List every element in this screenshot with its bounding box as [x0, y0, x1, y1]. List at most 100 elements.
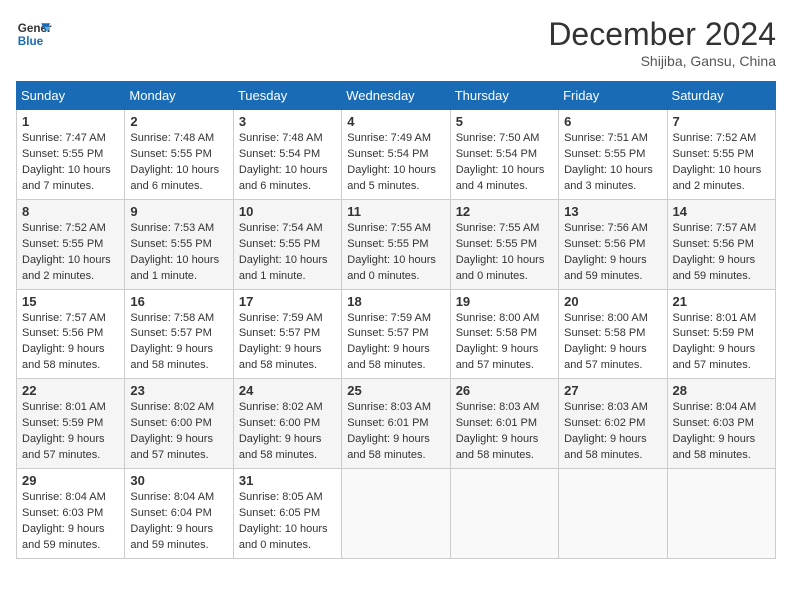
sunrise-label: Sunrise: 8:02 AM	[239, 401, 323, 413]
calendar-cell: 24 Sunrise: 8:02 AM Sunset: 6:00 PM Dayl…	[233, 379, 341, 469]
daylight-label: Daylight: 9 hours and 57 minutes.	[456, 343, 539, 371]
sunset-label: Sunset: 5:55 PM	[456, 238, 537, 250]
calendar-cell: 1 Sunrise: 7:47 AM Sunset: 5:55 PM Dayli…	[17, 110, 125, 200]
sunrise-label: Sunrise: 7:57 AM	[22, 312, 106, 324]
sunrise-label: Sunrise: 8:03 AM	[564, 401, 648, 413]
day-info: Sunrise: 7:52 AM Sunset: 5:55 PM Dayligh…	[22, 221, 119, 285]
calendar-cell: 29 Sunrise: 8:04 AM Sunset: 6:03 PM Dayl…	[17, 469, 125, 559]
day-number: 12	[456, 204, 553, 219]
sunset-label: Sunset: 5:58 PM	[564, 327, 645, 339]
day-info: Sunrise: 8:00 AM Sunset: 5:58 PM Dayligh…	[564, 311, 661, 375]
calendar-cell: 26 Sunrise: 8:03 AM Sunset: 6:01 PM Dayl…	[450, 379, 558, 469]
sunset-label: Sunset: 5:58 PM	[456, 327, 537, 339]
svg-text:Blue: Blue	[18, 35, 44, 48]
location: Shijiba, Gansu, China	[548, 53, 776, 69]
weekday-header: Monday	[125, 82, 233, 110]
day-number: 2	[130, 114, 227, 129]
weekday-header: Wednesday	[342, 82, 450, 110]
day-number: 31	[239, 473, 336, 488]
day-number: 1	[22, 114, 119, 129]
day-number: 29	[22, 473, 119, 488]
sunrise-label: Sunrise: 7:52 AM	[22, 222, 106, 234]
day-info: Sunrise: 7:54 AM Sunset: 5:55 PM Dayligh…	[239, 221, 336, 285]
sunrise-label: Sunrise: 7:53 AM	[130, 222, 214, 234]
sunset-label: Sunset: 5:57 PM	[347, 327, 428, 339]
logo: General Blue	[16, 16, 52, 52]
day-info: Sunrise: 7:48 AM Sunset: 5:55 PM Dayligh…	[130, 131, 227, 195]
sunset-label: Sunset: 5:55 PM	[239, 238, 320, 250]
sunset-label: Sunset: 6:00 PM	[239, 417, 320, 429]
calendar-cell: 20 Sunrise: 8:00 AM Sunset: 5:58 PM Dayl…	[559, 289, 667, 379]
day-info: Sunrise: 8:03 AM Sunset: 6:02 PM Dayligh…	[564, 400, 661, 464]
day-info: Sunrise: 8:00 AM Sunset: 5:58 PM Dayligh…	[456, 311, 553, 375]
calendar-week-row: 29 Sunrise: 8:04 AM Sunset: 6:03 PM Dayl…	[17, 469, 776, 559]
day-info: Sunrise: 7:56 AM Sunset: 5:56 PM Dayligh…	[564, 221, 661, 285]
sunrise-label: Sunrise: 8:03 AM	[456, 401, 540, 413]
day-info: Sunrise: 7:49 AM Sunset: 5:54 PM Dayligh…	[347, 131, 444, 195]
calendar-week-row: 22 Sunrise: 8:01 AM Sunset: 5:59 PM Dayl…	[17, 379, 776, 469]
sunrise-label: Sunrise: 7:48 AM	[130, 132, 214, 144]
sunrise-label: Sunrise: 8:04 AM	[673, 401, 757, 413]
day-info: Sunrise: 7:48 AM Sunset: 5:54 PM Dayligh…	[239, 131, 336, 195]
day-number: 4	[347, 114, 444, 129]
day-info: Sunrise: 7:50 AM Sunset: 5:54 PM Dayligh…	[456, 131, 553, 195]
sunrise-label: Sunrise: 7:51 AM	[564, 132, 648, 144]
sunrise-label: Sunrise: 7:58 AM	[130, 312, 214, 324]
sunset-label: Sunset: 6:01 PM	[347, 417, 428, 429]
title-block: December 2024 Shijiba, Gansu, China	[548, 16, 776, 69]
month-title: December 2024	[548, 16, 776, 53]
sunrise-label: Sunrise: 7:56 AM	[564, 222, 648, 234]
calendar-cell: 13 Sunrise: 7:56 AM Sunset: 5:56 PM Dayl…	[559, 199, 667, 289]
day-number: 6	[564, 114, 661, 129]
logo-icon: General Blue	[16, 16, 52, 52]
day-info: Sunrise: 7:59 AM Sunset: 5:57 PM Dayligh…	[347, 311, 444, 375]
calendar-cell	[559, 469, 667, 559]
sunset-label: Sunset: 5:55 PM	[673, 148, 754, 160]
day-number: 22	[22, 383, 119, 398]
daylight-label: Daylight: 9 hours and 58 minutes.	[130, 343, 213, 371]
sunset-label: Sunset: 6:03 PM	[673, 417, 754, 429]
daylight-label: Daylight: 10 hours and 5 minutes.	[347, 164, 436, 192]
sunset-label: Sunset: 6:05 PM	[239, 507, 320, 519]
day-info: Sunrise: 7:57 AM Sunset: 5:56 PM Dayligh…	[22, 311, 119, 375]
calendar-cell: 5 Sunrise: 7:50 AM Sunset: 5:54 PM Dayli…	[450, 110, 558, 200]
calendar-cell: 16 Sunrise: 7:58 AM Sunset: 5:57 PM Dayl…	[125, 289, 233, 379]
daylight-label: Daylight: 10 hours and 2 minutes.	[22, 254, 111, 282]
day-number: 16	[130, 294, 227, 309]
day-info: Sunrise: 7:57 AM Sunset: 5:56 PM Dayligh…	[673, 221, 770, 285]
sunrise-label: Sunrise: 8:00 AM	[564, 312, 648, 324]
day-number: 7	[673, 114, 770, 129]
day-info: Sunrise: 7:51 AM Sunset: 5:55 PM Dayligh…	[564, 131, 661, 195]
calendar-cell: 7 Sunrise: 7:52 AM Sunset: 5:55 PM Dayli…	[667, 110, 775, 200]
daylight-label: Daylight: 9 hours and 59 minutes.	[130, 523, 213, 551]
sunset-label: Sunset: 5:55 PM	[130, 148, 211, 160]
sunset-label: Sunset: 5:56 PM	[22, 327, 103, 339]
calendar-cell: 30 Sunrise: 8:04 AM Sunset: 6:04 PM Dayl…	[125, 469, 233, 559]
calendar-week-row: 8 Sunrise: 7:52 AM Sunset: 5:55 PM Dayli…	[17, 199, 776, 289]
calendar-cell: 11 Sunrise: 7:55 AM Sunset: 5:55 PM Dayl…	[342, 199, 450, 289]
day-number: 10	[239, 204, 336, 219]
sunset-label: Sunset: 5:55 PM	[130, 238, 211, 250]
day-info: Sunrise: 7:55 AM Sunset: 5:55 PM Dayligh…	[456, 221, 553, 285]
day-number: 15	[22, 294, 119, 309]
daylight-label: Daylight: 10 hours and 0 minutes.	[347, 254, 436, 282]
day-number: 21	[673, 294, 770, 309]
sunrise-label: Sunrise: 7:59 AM	[347, 312, 431, 324]
sunrise-label: Sunrise: 8:02 AM	[130, 401, 214, 413]
daylight-label: Daylight: 9 hours and 57 minutes.	[564, 343, 647, 371]
day-info: Sunrise: 8:03 AM Sunset: 6:01 PM Dayligh…	[347, 400, 444, 464]
day-number: 27	[564, 383, 661, 398]
day-info: Sunrise: 7:52 AM Sunset: 5:55 PM Dayligh…	[673, 131, 770, 195]
day-number: 9	[130, 204, 227, 219]
daylight-label: Daylight: 9 hours and 58 minutes.	[347, 433, 430, 461]
sunrise-label: Sunrise: 8:04 AM	[130, 491, 214, 503]
day-number: 20	[564, 294, 661, 309]
daylight-label: Daylight: 9 hours and 58 minutes.	[22, 343, 105, 371]
day-number: 17	[239, 294, 336, 309]
calendar-cell: 18 Sunrise: 7:59 AM Sunset: 5:57 PM Dayl…	[342, 289, 450, 379]
daylight-label: Daylight: 10 hours and 0 minutes.	[239, 523, 328, 551]
day-number: 30	[130, 473, 227, 488]
sunset-label: Sunset: 5:59 PM	[22, 417, 103, 429]
daylight-label: Daylight: 10 hours and 1 minute.	[130, 254, 219, 282]
sunrise-label: Sunrise: 8:03 AM	[347, 401, 431, 413]
